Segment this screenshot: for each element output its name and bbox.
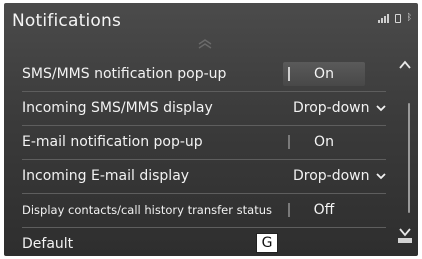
setting-row-email-popup[interactable]: E-mail notification pop-up On (4, 125, 394, 159)
setting-row-default[interactable]: Default G (4, 227, 394, 256)
scrollbar[interactable] (408, 103, 410, 213)
notifications-screen: Notifications ᛒ SMS/MMS notification pop… (4, 3, 418, 256)
chevron-down-icon (375, 172, 386, 179)
scroll-up-button[interactable] (398, 59, 412, 71)
signal-icon (377, 14, 389, 23)
setting-label: SMS/MMS notification pop-up (22, 66, 227, 82)
settings-list: SMS/MMS notification pop-up On Incoming … (4, 57, 394, 256)
scroll-up-hint-icon (198, 39, 212, 49)
setting-row-email-display[interactable]: Incoming E-mail display Drop-down (4, 159, 394, 193)
dropdown-value: Drop-down (293, 168, 370, 184)
setting-row-sms-popup[interactable]: SMS/MMS notification pop-up On (4, 57, 394, 91)
toggle-value: On (314, 66, 334, 82)
sms-popup-toggle[interactable]: On (283, 62, 365, 86)
status-bar: ᛒ (377, 13, 412, 23)
toggle-value: Off (313, 202, 335, 218)
setting-label: E-mail notification pop-up (22, 134, 203, 150)
transfer-status-toggle[interactable]: Off (283, 198, 365, 222)
toggle-indicator (288, 67, 290, 81)
bluetooth-icon: ᛒ (406, 13, 412, 23)
setting-label: Display contacts/call history transfer s… (22, 203, 272, 217)
page-title: Notifications (12, 11, 121, 31)
toggle-indicator (288, 135, 290, 149)
dropdown-value: Drop-down (293, 100, 370, 116)
toggle-indicator (288, 203, 290, 217)
chevron-down-icon (375, 104, 386, 111)
setting-label: Incoming SMS/MMS display (22, 100, 213, 116)
scroll-down-button[interactable] (398, 225, 412, 243)
sms-display-dropdown[interactable]: Drop-down (293, 100, 386, 116)
setting-row-transfer-status[interactable]: Display contacts/call history transfer s… (4, 193, 394, 227)
phone-icon (394, 14, 401, 23)
toggle-value: On (314, 134, 334, 150)
email-popup-toggle[interactable]: On (283, 130, 365, 154)
callout-badge: G (256, 233, 278, 253)
setting-label: Incoming E-mail display (22, 168, 190, 184)
default-button[interactable]: Default (22, 236, 73, 252)
setting-row-sms-display[interactable]: Incoming SMS/MMS display Drop-down (4, 91, 394, 125)
email-display-dropdown[interactable]: Drop-down (293, 168, 386, 184)
